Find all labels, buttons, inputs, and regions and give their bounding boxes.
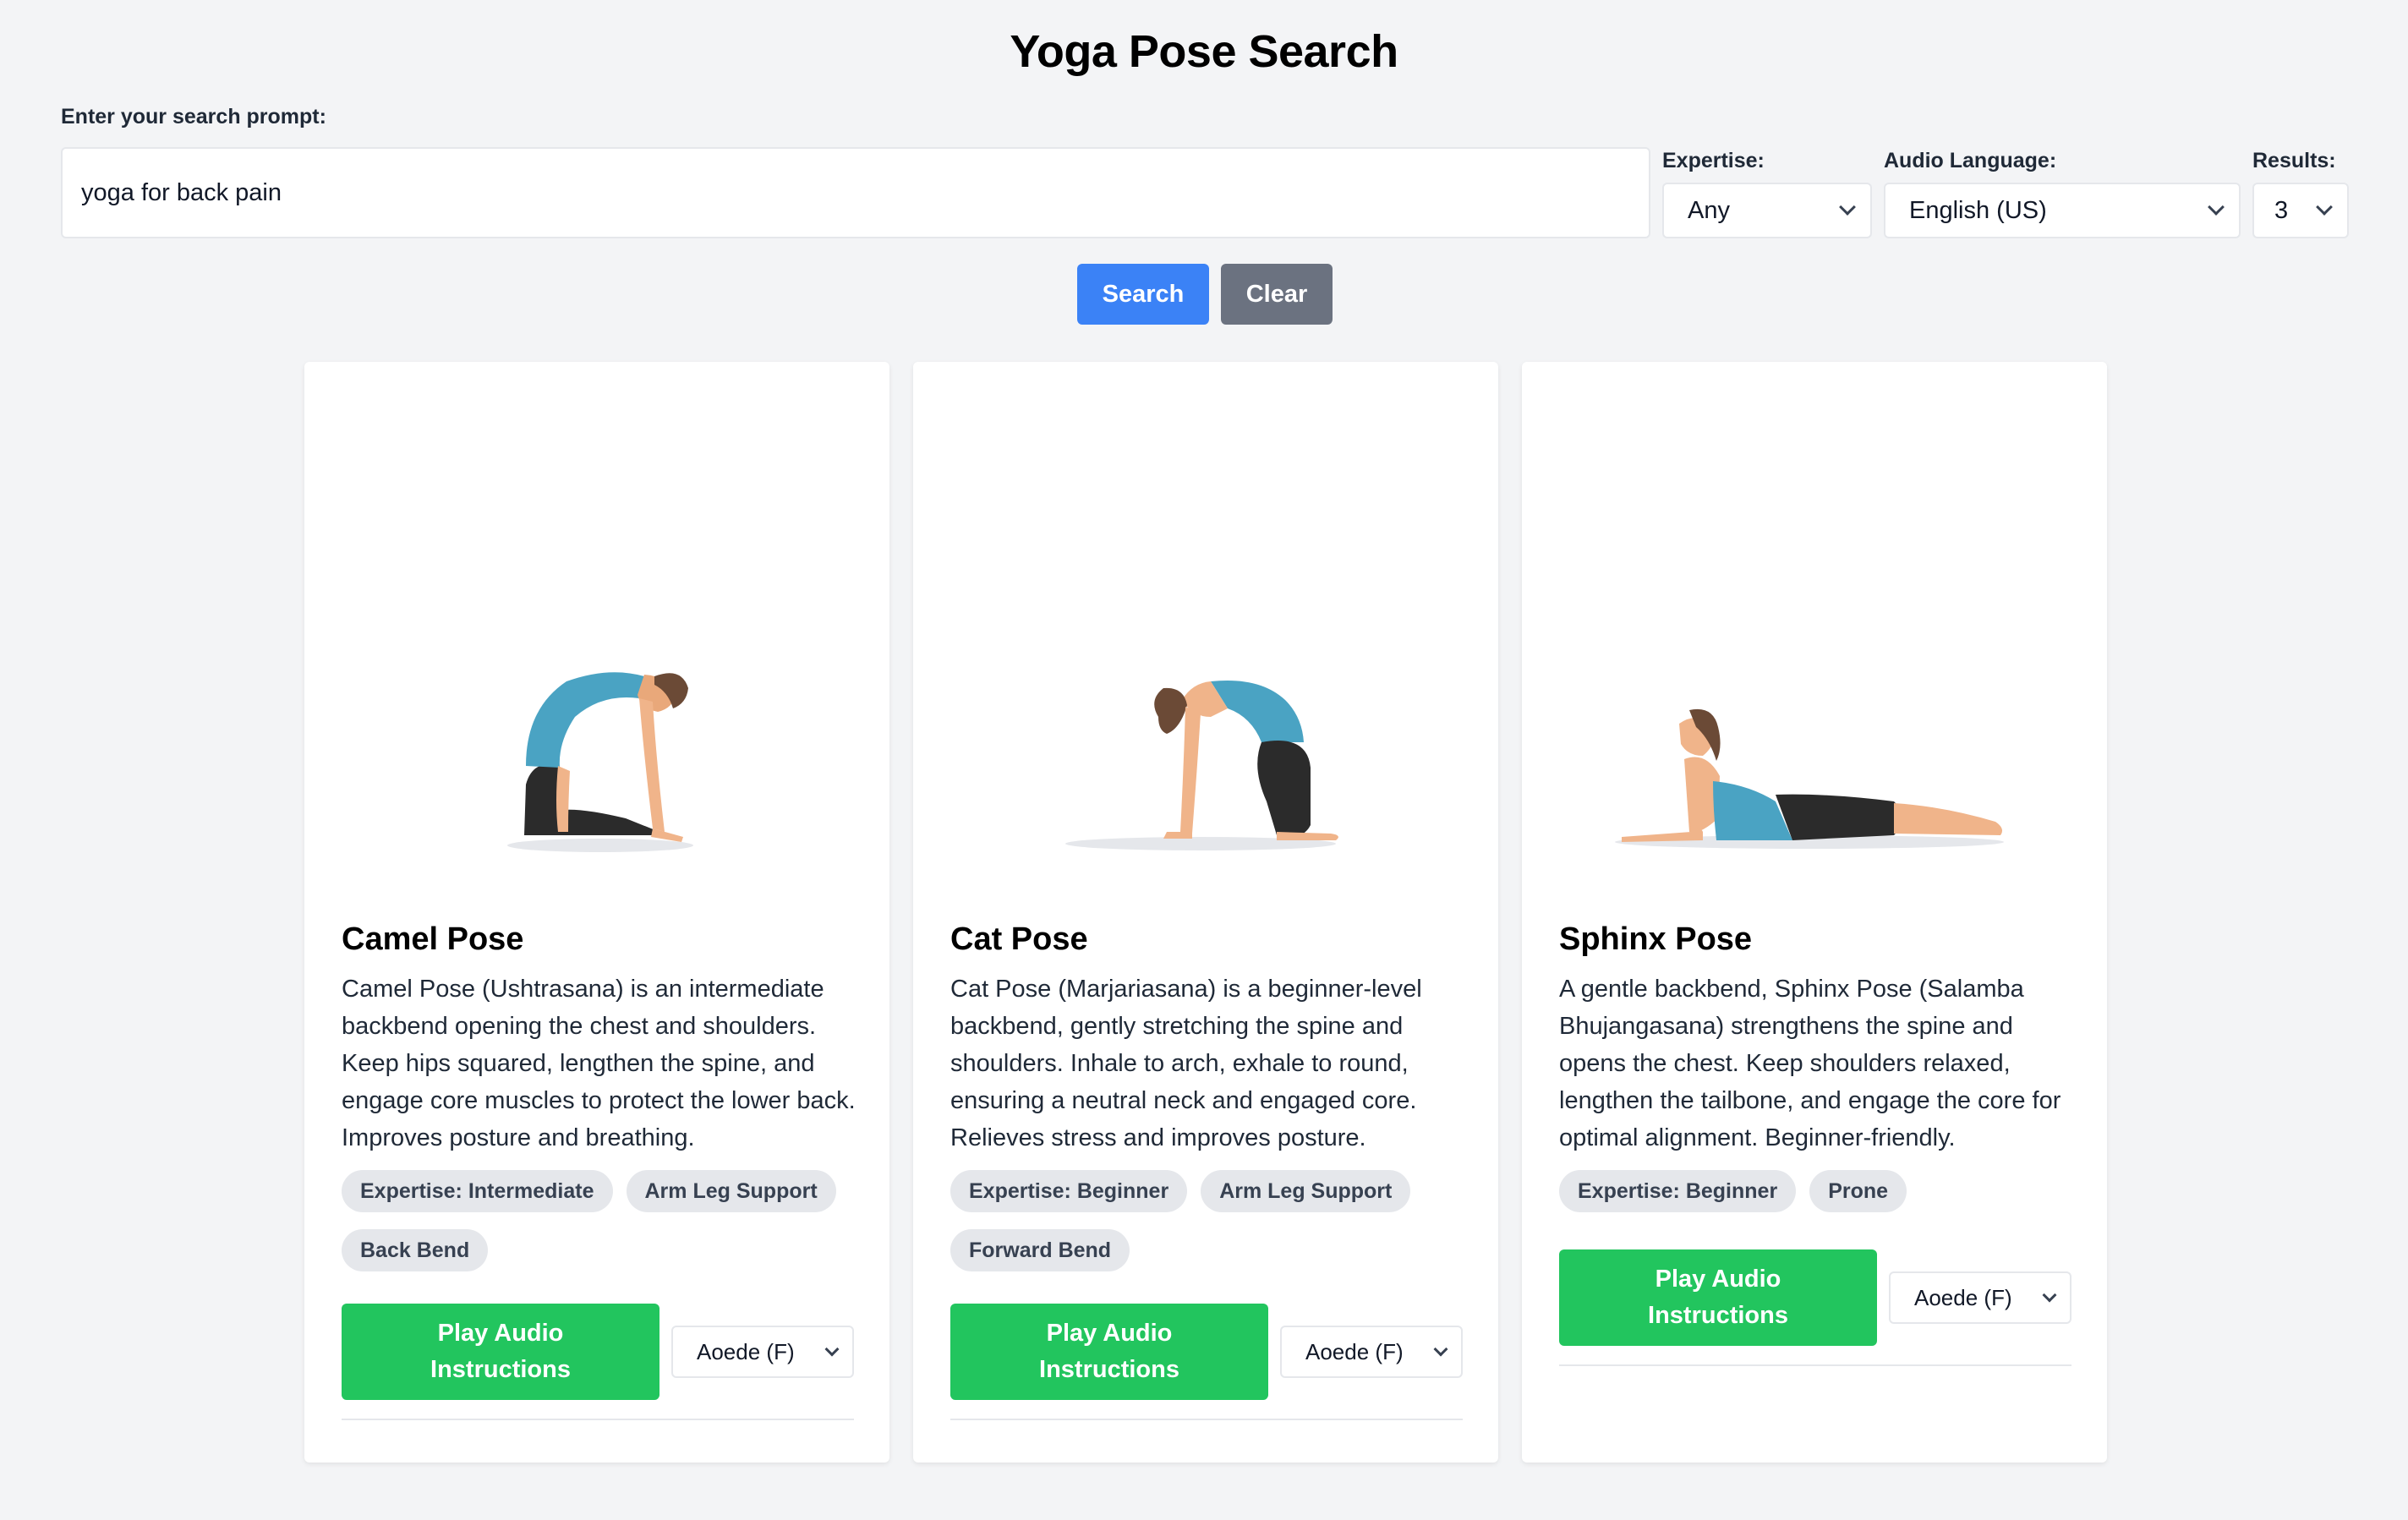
tag: Forward Bend bbox=[950, 1229, 1130, 1271]
tag: Expertise: Beginner bbox=[1559, 1170, 1797, 1212]
yoga-search-page: Yoga Pose Search Enter your search promp… bbox=[0, 0, 2408, 1520]
expertise-select-value: Any bbox=[1688, 196, 1730, 224]
tag: Expertise: Beginner bbox=[950, 1170, 1188, 1212]
tag-list: Expertise: Beginner Prone bbox=[1559, 1170, 2083, 1212]
cat-pose-illustration bbox=[913, 362, 1498, 878]
tag: Expertise: Intermediate bbox=[342, 1170, 613, 1212]
tag: Arm Leg Support bbox=[626, 1170, 836, 1212]
audio-language-label: Audio Language: bbox=[1884, 149, 2057, 172]
voice-select[interactable]: Aoede (F) bbox=[1889, 1271, 2071, 1324]
chevron-down-icon bbox=[2208, 199, 2225, 216]
card-title: Cat Pose bbox=[950, 921, 1088, 957]
camel-pose-illustration bbox=[304, 362, 889, 878]
play-audio-button[interactable]: Play Audio Instructions bbox=[342, 1304, 659, 1400]
play-audio-button[interactable]: Play Audio Instructions bbox=[1559, 1249, 1877, 1346]
clear-button[interactable]: Clear bbox=[1221, 264, 1333, 325]
chevron-down-icon bbox=[1433, 1342, 1448, 1357]
chevron-down-icon bbox=[2316, 199, 2333, 216]
results-select[interactable]: 3 bbox=[2252, 183, 2349, 238]
search-prompt-label: Enter your search prompt: bbox=[61, 105, 326, 128]
pose-card-cat: Cat Pose Cat Pose (Marjariasana) is a be… bbox=[913, 362, 1498, 1463]
results-select-value: 3 bbox=[2274, 196, 2289, 224]
pose-card-camel: Camel Pose Camel Pose (Ushtrasana) is an… bbox=[304, 362, 889, 1463]
search-input[interactable] bbox=[61, 147, 1650, 238]
expertise-select[interactable]: Any bbox=[1662, 183, 1872, 238]
tag: Prone bbox=[1809, 1170, 1907, 1212]
voice-select[interactable]: Aoede (F) bbox=[671, 1326, 854, 1378]
voice-select-value: Aoede (F) bbox=[1305, 1338, 1404, 1364]
audio-language-select[interactable]: English (US) bbox=[1884, 183, 2241, 238]
results-label: Results: bbox=[2252, 149, 2336, 172]
pose-card-sphinx: Sphinx Pose A gentle backbend, Sphinx Po… bbox=[1522, 362, 2107, 1463]
tag-list: Expertise: Intermediate Arm Leg Support … bbox=[342, 1170, 866, 1271]
tag: Arm Leg Support bbox=[1201, 1170, 1411, 1212]
sphinx-pose-illustration bbox=[1522, 362, 2107, 878]
chevron-down-icon bbox=[824, 1342, 840, 1357]
card-title: Camel Pose bbox=[342, 921, 524, 957]
audio-language-select-value: English (US) bbox=[1909, 196, 2047, 224]
card-title: Sphinx Pose bbox=[1559, 921, 1753, 957]
voice-select-value: Aoede (F) bbox=[697, 1338, 795, 1364]
card-divider bbox=[950, 1419, 1463, 1420]
card-description: Camel Pose (Ushtrasana) is an intermedia… bbox=[342, 976, 856, 1151]
card-description: Cat Pose (Marjariasana) is a beginner-le… bbox=[950, 976, 1422, 1151]
voice-select-value: Aoede (F) bbox=[1914, 1284, 2012, 1310]
voice-select[interactable]: Aoede (F) bbox=[1280, 1326, 1463, 1378]
play-audio-button[interactable]: Play Audio Instructions bbox=[950, 1304, 1268, 1400]
expertise-label: Expertise: bbox=[1662, 149, 1765, 172]
chevron-down-icon bbox=[2042, 1288, 2057, 1303]
card-description: A gentle backbend, Sphinx Pose (Salamba … bbox=[1559, 976, 2061, 1151]
tag: Back Bend bbox=[342, 1229, 489, 1271]
tag-list: Expertise: Beginner Arm Leg Support Forw… bbox=[950, 1170, 1475, 1271]
chevron-down-icon bbox=[1839, 199, 1856, 216]
card-divider bbox=[1559, 1364, 2071, 1366]
page-title: Yoga Pose Search bbox=[1010, 26, 1398, 77]
search-button[interactable]: Search bbox=[1077, 264, 1209, 325]
card-divider bbox=[342, 1419, 854, 1420]
